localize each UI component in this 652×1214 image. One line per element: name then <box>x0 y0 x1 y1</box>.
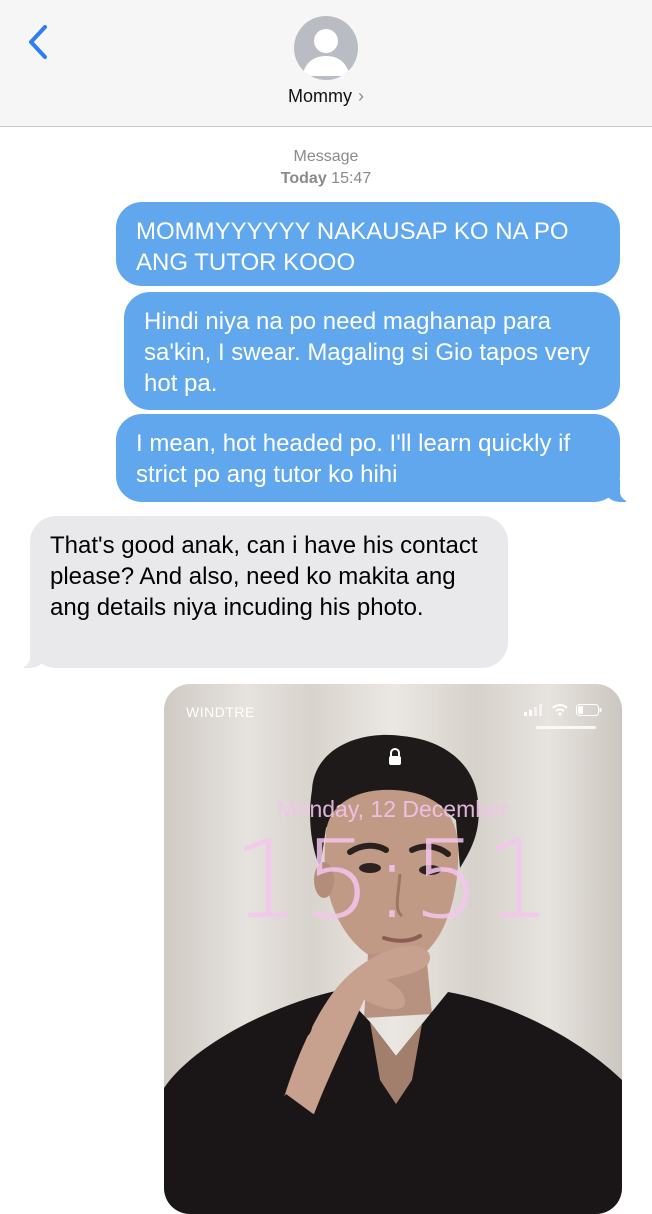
back-chevron-icon <box>29 25 47 59</box>
message-text: Hindi niya na po need maghanap para sa'k… <box>144 308 591 397</box>
message-text: I mean, hot headed po. I'll learn quickl… <box>136 430 571 488</box>
contact-name-button[interactable]: Mommy › <box>0 86 652 107</box>
bubble-tail <box>604 478 636 502</box>
person-silhouette-icon <box>302 29 350 76</box>
message-bubble-sent[interactable]: MOMMYYYYYY NAKAUSAP KO NA PO ANG TUTOR K… <box>116 202 620 286</box>
battery-icon <box>576 704 602 716</box>
message-bubble-sent[interactable]: I mean, hot headed po. I'll learn quickl… <box>116 414 636 502</box>
contact-name: Mommy <box>288 86 352 106</box>
day-label: Today <box>280 170 327 187</box>
lock-icon <box>389 748 401 765</box>
back-button[interactable] <box>20 22 56 62</box>
message-text: That's good anak, can i have his contact… <box>50 532 478 621</box>
photo-attachment[interactable]: WINDTRE Monday, 12 December 15:51 <box>164 684 622 1214</box>
lockscreen-time: 15:51 <box>232 818 554 943</box>
contact-avatar[interactable] <box>294 16 358 80</box>
status-indicator-bar <box>536 726 596 729</box>
message-text: MOMMYYYYYY NAKAUSAP KO NA PO ANG TUTOR K… <box>136 218 569 276</box>
bubble-tail <box>14 644 46 668</box>
message-bubble-received[interactable]: That's good anak, can i have his contact… <box>14 516 508 668</box>
conversation-header: Mommy › <box>0 0 652 127</box>
wifi-icon <box>552 704 568 716</box>
message-bubble-sent[interactable]: Hindi niya na po need maghanap para sa'k… <box>124 292 620 410</box>
status-icons <box>524 704 602 716</box>
conversation-timestamp: Message Today 15:47 <box>0 146 652 190</box>
chevron-right-icon: › <box>358 86 364 106</box>
time-label: 15:47 <box>331 170 372 187</box>
service-label: Message <box>293 148 359 165</box>
carrier-label: WINDTRE <box>186 704 255 720</box>
signal-icon <box>524 704 542 716</box>
